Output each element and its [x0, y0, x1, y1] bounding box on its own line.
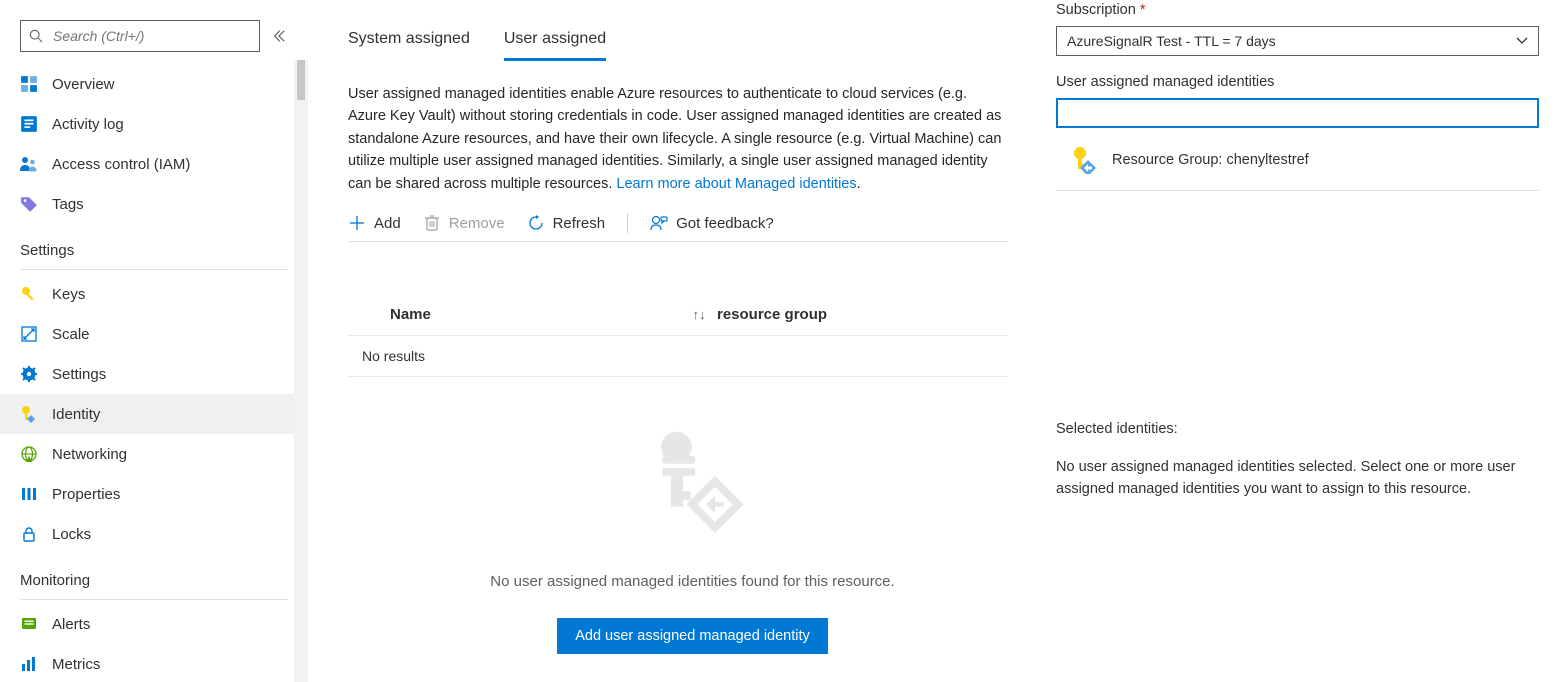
- sidebar-item-label: Access control (IAM): [52, 156, 190, 173]
- subscription-label: Subscription *: [1056, 2, 1539, 18]
- add-uami-button[interactable]: Add user assigned managed identity: [557, 618, 828, 654]
- sidebar-item-identity[interactable]: Identity: [0, 394, 308, 434]
- search-input[interactable]: [51, 27, 251, 45]
- alerts-icon: [20, 615, 38, 633]
- trash-icon: [423, 214, 441, 232]
- sidebar-item-label: Metrics: [52, 656, 100, 673]
- column-resource-group[interactable]: resource group: [717, 306, 1008, 323]
- metrics-icon: [20, 655, 38, 673]
- resource-group-label: Resource Group: chenyltestref: [1112, 152, 1309, 168]
- plus-icon: [348, 214, 366, 232]
- sidebar-item-activity-log[interactable]: Activity log: [0, 104, 308, 144]
- feedback-icon: [650, 214, 668, 232]
- identity-icon: [1070, 146, 1098, 174]
- search-icon: [29, 29, 43, 43]
- sidebar-item-label: Scale: [52, 326, 90, 343]
- toolbar-label: Got feedback?: [676, 215, 774, 232]
- section-header-monitoring: Monitoring: [0, 554, 308, 595]
- add-button[interactable]: Add: [348, 214, 401, 232]
- sidebar-item-locks[interactable]: Locks: [0, 514, 308, 554]
- uami-input[interactable]: [1056, 98, 1539, 128]
- section-header-settings: Settings: [0, 224, 308, 265]
- sidebar-item-alerts[interactable]: Alerts: [0, 604, 308, 644]
- gear-icon: [20, 365, 38, 383]
- activity-log-icon: [20, 115, 38, 133]
- toolbar-label: Add: [374, 215, 401, 232]
- toolbar: Add Remove Refresh Got feedback?: [348, 213, 1008, 242]
- search-input-wrapper[interactable]: [20, 20, 260, 52]
- toolbar-label: Refresh: [553, 215, 606, 232]
- no-results-row: No results: [348, 336, 1008, 377]
- tab-system-assigned[interactable]: System assigned: [348, 24, 470, 61]
- sidebar-item-metrics[interactable]: Metrics: [0, 644, 308, 682]
- sidebar-item-label: Properties: [52, 486, 120, 503]
- divider: [20, 599, 288, 600]
- tabs: System assigned User assigned: [348, 24, 1037, 61]
- identity-icon: [20, 405, 38, 423]
- tab-user-assigned[interactable]: User assigned: [504, 24, 606, 61]
- sidebar-scrollbar[interactable]: [294, 60, 308, 682]
- divider: [20, 269, 288, 270]
- sidebar-item-label: Alerts: [52, 616, 90, 633]
- sidebar-item-label: Settings: [52, 366, 106, 383]
- empty-text: No user assigned managed identities foun…: [490, 573, 894, 590]
- sidebar-item-settings[interactable]: Settings: [0, 354, 308, 394]
- selected-identities-desc: No user assigned managed identities sele…: [1056, 457, 1539, 501]
- sort-icon[interactable]: ↑↓: [681, 306, 717, 323]
- sidebar-item-overview[interactable]: Overview: [0, 64, 308, 104]
- learn-more-link[interactable]: Learn more about Managed identities: [616, 176, 856, 192]
- overview-icon: [20, 75, 38, 93]
- empty-state: No user assigned managed identities foun…: [348, 423, 1037, 682]
- access-control-icon: [20, 155, 38, 173]
- chevron-down-icon: [1516, 35, 1528, 47]
- subscription-value: AzureSignalR Test - TTL = 7 days: [1067, 33, 1276, 49]
- description-text: User assigned managed identities enable …: [348, 83, 1008, 195]
- networking-icon: [20, 445, 38, 463]
- locks-icon: [20, 525, 38, 543]
- collapse-sidebar-button[interactable]: [270, 29, 288, 43]
- refresh-button[interactable]: Refresh: [527, 214, 606, 232]
- empty-state-icon: [638, 423, 748, 533]
- add-panel: Subscription * AzureSignalR Test - TTL =…: [1037, 0, 1557, 682]
- sidebar-item-properties[interactable]: Properties: [0, 474, 308, 514]
- sidebar-item-label: Overview: [52, 76, 115, 93]
- sidebar-item-label: Keys: [52, 286, 85, 303]
- uami-label: User assigned managed identities: [1056, 74, 1539, 90]
- scale-icon: [20, 325, 38, 343]
- refresh-icon: [527, 214, 545, 232]
- remove-button: Remove: [423, 214, 505, 232]
- main-content: System assigned User assigned User assig…: [308, 0, 1037, 682]
- properties-icon: [20, 485, 38, 503]
- sidebar-item-label: Activity log: [52, 116, 124, 133]
- subscription-select[interactable]: AzureSignalR Test - TTL = 7 days: [1056, 26, 1539, 56]
- sidebar-item-label: Networking: [52, 446, 127, 463]
- sidebar-item-label: Locks: [52, 526, 91, 543]
- toolbar-divider: [627, 213, 628, 233]
- feedback-button[interactable]: Got feedback?: [650, 214, 774, 232]
- sidebar-item-label: Identity: [52, 406, 100, 423]
- sidebar-item-keys[interactable]: Keys: [0, 274, 308, 314]
- column-name[interactable]: Name: [390, 306, 681, 323]
- sidebar-item-scale[interactable]: Scale: [0, 314, 308, 354]
- resource-group-item[interactable]: Resource Group: chenyltestref: [1056, 146, 1539, 191]
- table-header: Name ↑↓ resource group: [348, 306, 1008, 336]
- sidebar: Overview Activity log Access control (IA…: [0, 0, 308, 682]
- tags-icon: [20, 195, 38, 213]
- sidebar-item-access-control[interactable]: Access control (IAM): [0, 144, 308, 184]
- sidebar-item-label: Tags: [52, 196, 84, 213]
- selected-identities-header: Selected identities:: [1056, 421, 1539, 437]
- description-tail: .: [857, 176, 861, 192]
- keys-icon: [20, 285, 38, 303]
- sidebar-item-tags[interactable]: Tags: [0, 184, 308, 224]
- sidebar-item-networking[interactable]: Networking: [0, 434, 308, 474]
- toolbar-label: Remove: [449, 215, 505, 232]
